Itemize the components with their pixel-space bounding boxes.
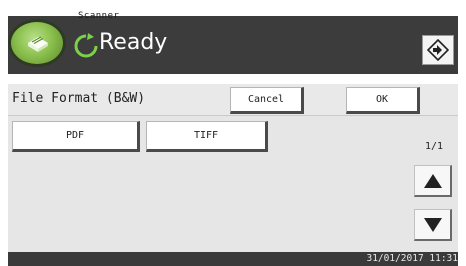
login-button[interactable] <box>422 35 454 65</box>
tiff-label: TIFF <box>193 130 219 141</box>
cancel-label: Cancel <box>247 94 285 105</box>
scanner-screen: Scanner Ready File Format (B&W) Cancel O… <box>0 0 466 266</box>
pdf-option-button[interactable]: PDF <box>12 121 140 152</box>
scanner-glyph-icon <box>28 36 48 52</box>
app-name: Scanner <box>78 11 120 21</box>
datetime-display: 31/01/2017 11:31 <box>366 253 458 264</box>
login-door-icon <box>427 39 449 61</box>
page-indicator: 1/1 <box>425 141 444 152</box>
scroll-down-button[interactable] <box>414 209 452 241</box>
ok-button[interactable]: OK <box>346 87 420 114</box>
tiff-option-button[interactable]: TIFF <box>146 121 268 152</box>
pdf-label: PDF <box>65 130 85 141</box>
triangle-down-icon <box>423 217 442 232</box>
status-text: Ready <box>99 30 168 55</box>
status-footer: 31/01/2017 11:31 <box>8 252 458 266</box>
scanner-app-icon <box>8 19 66 67</box>
cancel-button[interactable]: Cancel <box>230 87 304 114</box>
triangle-up-icon <box>423 173 442 188</box>
scroll-up-button[interactable] <box>414 165 452 197</box>
ok-label: OK <box>375 94 389 105</box>
ready-refresh-icon <box>74 33 98 58</box>
page-title: File Format (B&W) <box>12 91 146 106</box>
